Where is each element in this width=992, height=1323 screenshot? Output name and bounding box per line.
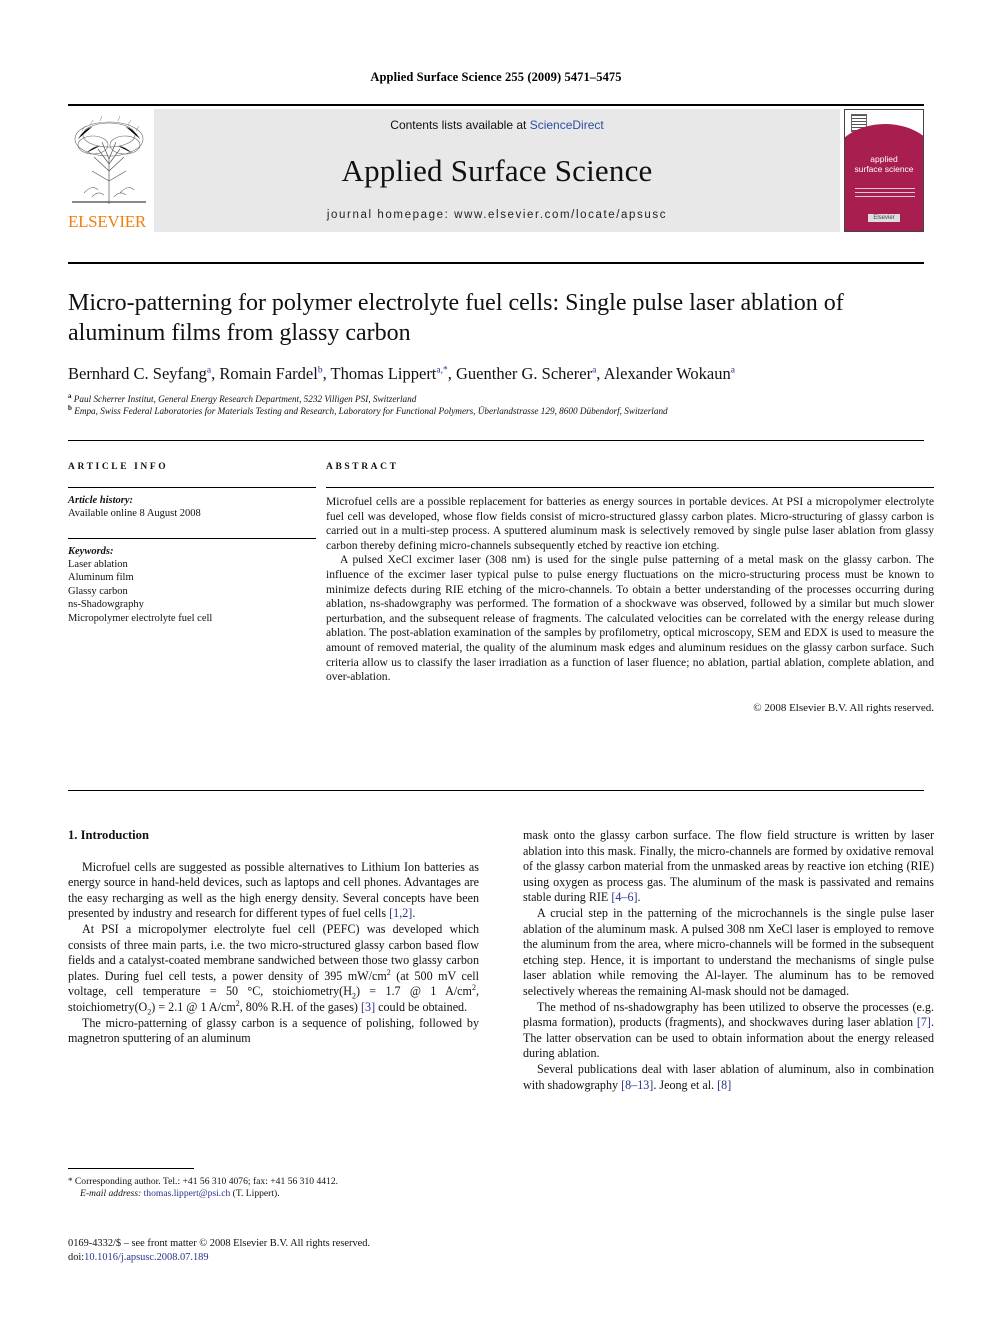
author-entry: Bernhard C. Seyfanga	[68, 364, 211, 383]
article-info-rule	[68, 487, 316, 488]
cover-footer: Elsevier	[845, 206, 923, 224]
author-name: Alexander Wokaun	[603, 364, 731, 383]
copyright-line: © 2008 Elsevier B.V. All rights reserved…	[753, 701, 934, 714]
abstract-heading: ABSTRACT	[326, 462, 399, 472]
keyword-item: Laser ablation	[68, 558, 128, 570]
imprint-front-matter: 0169-4332/$ – see front matter © 2008 El…	[68, 1238, 371, 1249]
corresponding-author-note: * Corresponding author. Tel.: +41 56 310…	[68, 1175, 479, 1188]
info-divider	[68, 440, 924, 441]
citation-ref[interactable]: [1,2]	[389, 906, 412, 920]
author-affiliation-mark: a,*	[436, 365, 448, 376]
affiliation-list: a Paul Scherrer Institut, General Energy…	[68, 391, 934, 418]
journal-title: Applied Surface Science	[341, 152, 653, 188]
email-link[interactable]: thomas.lippert@psi.ch	[144, 1188, 231, 1199]
author-affiliation-mark: a	[730, 365, 735, 376]
abstract-paragraph: Microfuel cells are a possible replaceme…	[326, 495, 934, 552]
body-paragraph: mask onto the glassy carbon surface. The…	[523, 828, 934, 905]
keyword-item: Micropolymer electrolyte fuel cell	[68, 612, 213, 624]
author-name: Bernhard C. Seyfang	[68, 364, 207, 383]
imprint-block: 0169-4332/$ – see front matter © 2008 El…	[68, 1237, 498, 1265]
journal-masthead: ELSEVIER Contents lists available at Sci…	[68, 104, 924, 232]
author-entry: Thomas Lipperta,*	[331, 364, 448, 383]
affiliation-text: Paul Scherrer Institut, General Energy R…	[73, 394, 417, 404]
email-label: E-mail address:	[80, 1188, 142, 1200]
body-paragraph: A crucial step in the patterning of the …	[523, 905, 934, 998]
title-block: Micro-patterning for polymer electrolyte…	[68, 288, 934, 417]
keyword-item: ns-Shadowgraphy	[68, 599, 144, 610]
author-name: Guenther G. Scherer	[456, 364, 593, 383]
cover-text-lines-decoration	[855, 188, 915, 198]
doi-label: doi:	[68, 1252, 85, 1263]
affiliation-text: Empa, Swiss Federal Laboratories for Mat…	[74, 405, 668, 416]
cover-title-line-2: surface science	[854, 164, 914, 174]
elsevier-logo: ELSEVIER	[68, 109, 150, 232]
abstract-paragraph: A pulsed XeCl excimer laser (308 nm) is …	[326, 553, 934, 684]
author-name: Romain Fardel	[219, 364, 318, 383]
journal-band: Contents lists available at ScienceDirec…	[154, 109, 840, 232]
imprint-doi: doi:10.1016/j.apsusc.2008.07.189	[68, 1251, 498, 1265]
author-list: Bernhard C. Seyfanga, Romain Fardelb, Th…	[68, 364, 735, 383]
elsevier-tree-icon	[72, 115, 146, 204]
citation-ref[interactable]: [4–6]	[611, 890, 637, 904]
author-entry: Romain Fardelb	[219, 364, 322, 383]
body-paragraph: Microfuel cells are suggested as possibl…	[68, 859, 479, 921]
affiliation-item: a Paul Scherrer Institut, General Energy…	[68, 391, 934, 406]
body-column-right: mask onto the glassy carbon surface. The…	[523, 828, 934, 1093]
journal-homepage-link[interactable]: journal homepage: www.elsevier.com/locat…	[327, 209, 667, 221]
keyword-item: Aluminum film	[68, 572, 134, 583]
abstract-body: Microfuel cells are a possible replaceme…	[326, 495, 934, 685]
author-affiliation-mark: b	[317, 365, 323, 376]
citation-ref[interactable]: [3]	[361, 1000, 375, 1014]
corresponding-author-text: Corresponding author. Tel.: +41 56 310 4…	[74, 1176, 339, 1187]
body-text-region: 1. Introduction Microfuel cells are sugg…	[68, 828, 934, 1093]
contents-prefix: Contents lists available at	[390, 118, 530, 132]
cover-footer-label: Elsevier	[868, 214, 900, 222]
abstract-column: ABSTRACT Microfuel cells are a possible …	[326, 462, 934, 714]
affiliation-mark: a	[68, 391, 72, 400]
keywords-label: Keywords:	[68, 545, 114, 557]
article-history-value: Available online 8 August 2008	[68, 508, 201, 519]
author-affiliation-mark: a	[592, 365, 597, 376]
page-title: Micro-patterning for polymer electrolyte…	[68, 290, 844, 346]
email-note: E-mail address: thomas.lippert@psi.ch (T…	[68, 1188, 479, 1200]
running-head: Applied Surface Science 255 (2009) 5471–…	[370, 70, 622, 84]
email-suffix: (T. Lippert).	[232, 1188, 280, 1200]
body-paragraph: The method of ns-shadowgraphy has been u…	[523, 999, 934, 1061]
body-paragraph: At PSI a micropolymer electrolyte fuel c…	[68, 921, 479, 1017]
author-name: Thomas Lippert	[330, 364, 437, 383]
author-entry: Alexander Wokauna	[604, 364, 735, 383]
citation-ref[interactable]: [8]	[717, 1078, 731, 1092]
footnote-divider	[68, 1168, 194, 1169]
abstract-rule	[326, 487, 934, 488]
body-paragraph: Several publications deal with laser abl…	[523, 1061, 934, 1092]
cover-title-line-1: applied	[870, 154, 898, 164]
article-info-column: ARTICLE INFO Article history: Available …	[68, 462, 316, 714]
elsevier-wordmark: ELSEVIER	[68, 212, 146, 231]
author-entry: Guenther G. Scherera	[456, 364, 596, 383]
cover-journal-title: applied surface science	[845, 154, 923, 174]
article-info-heading: ARTICLE INFO	[68, 462, 169, 472]
citation-ref[interactable]: [8–13]	[621, 1078, 653, 1092]
asterisk-icon: *	[68, 1176, 73, 1186]
author-affiliation-mark: a	[206, 365, 212, 376]
title-divider	[68, 262, 924, 264]
body-paragraph: The micro-patterning of glassy carbon is…	[68, 1015, 479, 1046]
body-column-left: 1. Introduction Microfuel cells are sugg…	[68, 828, 479, 1093]
affiliation-item: b Empa, Swiss Federal Laboratories for M…	[68, 403, 934, 418]
citation-ref[interactable]: [7]	[917, 1015, 931, 1029]
keywords-rule	[68, 537, 316, 539]
body-divider	[68, 790, 924, 791]
footnote-block: * Corresponding author. Tel.: +41 56 310…	[68, 1168, 479, 1201]
info-abstract-region: ARTICLE INFO Article history: Available …	[68, 462, 934, 714]
journal-cover-thumbnail: applied surface science Elsevier	[844, 109, 924, 232]
affiliation-mark: b	[68, 403, 72, 412]
keyword-item: Glassy carbon	[68, 585, 128, 597]
doi-link[interactable]: 10.1016/j.apsusc.2008.07.189	[84, 1252, 208, 1263]
section-heading-introduction: 1. Introduction	[68, 828, 149, 842]
journal-article-page: Applied Surface Science 255 (2009) 5471–…	[0, 0, 992, 1323]
contents-available-line: Contents lists available at ScienceDirec…	[390, 118, 603, 132]
article-history-label: Article history:	[68, 495, 134, 506]
sciencedirect-link[interactable]: ScienceDirect	[530, 118, 604, 132]
